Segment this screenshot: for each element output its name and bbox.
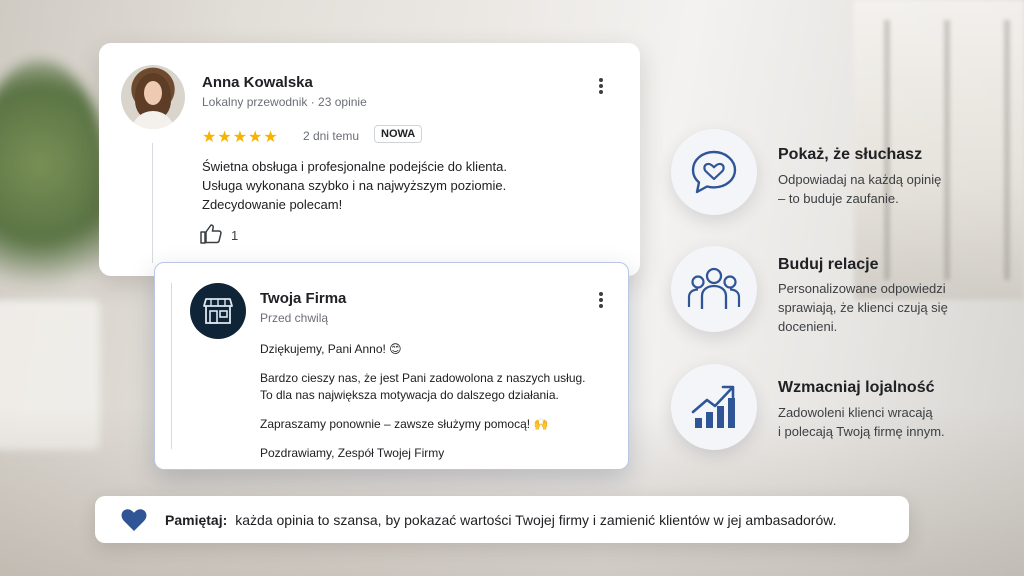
star-rating: ★★★★★	[202, 129, 279, 146]
reply-paragraph: Bardzo cieszy nas, że jest Pani zadowolo…	[260, 371, 586, 385]
review-time: 2 dni temu	[303, 129, 360, 143]
review-text-line: Zdecydowanie polecam!	[202, 197, 343, 212]
heart-icon	[121, 508, 147, 532]
people-icon	[671, 246, 757, 332]
heart-chat-icon	[671, 129, 757, 215]
reply-card: Twoja Firma Przed chwilą Dziękujemy, Pan…	[154, 262, 629, 470]
feature-desc-listen: Odpowiadaj na każdą opinię – to buduje z…	[778, 170, 941, 208]
reply-greeting: Dziękujemy, Pani Anno! 😊	[260, 342, 402, 356]
growth-chart-icon	[671, 364, 757, 450]
reply-paragraph: To dla nas największa motywacja do dalsz…	[260, 388, 559, 402]
feature-title-loyalty: Wzmacniaj lojalność	[778, 379, 935, 396]
storefront-icon[interactable]	[190, 283, 246, 339]
reminder-label: Pamiętaj:	[165, 511, 228, 528]
background-plant	[0, 60, 110, 320]
reply-text: Dziękujemy, Pani Anno! 😊 Bardzo cieszy n…	[260, 341, 586, 474]
feature-desc-line: i polecają Twoją firmę innym.	[778, 424, 945, 439]
thread-line	[152, 143, 153, 263]
reply-time: Przed chwilą	[260, 311, 329, 325]
feature-desc-line: sprawiają, że klienci czują się	[778, 300, 948, 315]
reminder-bar: Pamiętaj: każda opinia to szansa, by pok…	[95, 496, 909, 543]
more-vert-icon[interactable]	[593, 290, 609, 310]
review-text-line: Świetna obsługa i profesjonalne podejści…	[202, 159, 507, 174]
review-author-name[interactable]: Anna Kowalska	[202, 74, 313, 91]
new-badge: NOWA	[374, 125, 423, 143]
reply-author-name[interactable]: Twoja Firma	[260, 290, 346, 307]
reply-thread-line	[171, 283, 172, 449]
feature-desc-line: Odpowiadaj na każdą opinię	[778, 172, 942, 187]
feature-desc-line: – to buduje zaufanie.	[778, 191, 899, 206]
user-avatar[interactable]	[121, 65, 185, 129]
review-text-line: Usługa wykonana szybko i na najwyższym p…	[202, 178, 507, 193]
more-vert-icon[interactable]	[593, 76, 609, 96]
review-card: Anna Kowalska Lokalny przewodnik · 23 op…	[99, 43, 640, 276]
feature-title-relations: Buduj relacje	[778, 256, 879, 273]
thumbs-up-icon	[200, 224, 222, 247]
like-button[interactable]: 1	[200, 224, 238, 247]
feature-desc-loyalty: Zadowoleni klienci wracają i polecają Tw…	[778, 403, 945, 441]
reply-invite: Zapraszamy ponownie – zawsze służymy pom…	[260, 417, 549, 431]
feature-title-listen: Pokaż, że słuchasz	[778, 146, 923, 163]
feature-desc-line: docenieni.	[778, 319, 838, 334]
review-text: Świetna obsługa i profesjonalne podejści…	[202, 157, 507, 214]
feature-desc-relations: Personalizowane odpowiedzi sprawiają, że…	[778, 279, 948, 336]
reply-signature: Pozdrawiamy, Zespół Twojej Firmy	[260, 446, 445, 460]
feature-desc-line: Personalizowane odpowiedzi	[778, 281, 946, 296]
review-author-meta: Lokalny przewodnik · 23 opinie	[202, 95, 367, 109]
feature-desc-line: Zadowoleni klienci wracają	[778, 405, 933, 420]
like-count: 1	[231, 228, 239, 243]
reminder-text: każda opinia to szansa, by pokazać warto…	[235, 511, 837, 528]
